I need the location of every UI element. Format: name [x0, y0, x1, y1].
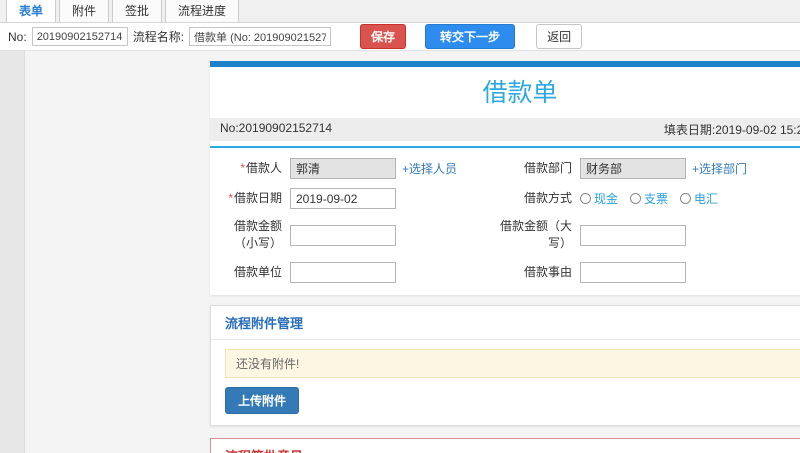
loan-form-panel: 借款单 No:20190902152714 填表日期:2019-09-02 15… [210, 61, 800, 295]
next-step-button[interactable]: 转交下一步 [425, 24, 516, 49]
loan-method-label: 借款方式 [523, 190, 572, 205]
left-rail [0, 51, 25, 453]
borrower-label: *借款人 [240, 160, 282, 175]
no-attachments-note: 还没有附件! [225, 348, 800, 378]
loan-date-label: *借款日期 [228, 190, 282, 205]
loan-reason-input[interactable] [580, 261, 686, 283]
select-person-link[interactable]: +选择人员 [402, 160, 457, 177]
radio-circle-icon [630, 193, 642, 204]
radio-wire[interactable]: 电汇 [680, 190, 718, 207]
workspace: 借款单 No:20190902152714 填表日期:2019-09-02 15… [0, 51, 800, 453]
amount-small-label: 借款金额（小写） [233, 219, 282, 251]
required-mark: * [228, 190, 233, 205]
loan-unit-label: 借款单位 [233, 264, 282, 279]
toolbar: No: 流程名称: 保存 转交下一步 返回 [0, 23, 800, 51]
save-button[interactable]: 保存 [360, 24, 407, 49]
process-name-input[interactable] [189, 27, 332, 46]
select-department-link[interactable]: +选择部门 [692, 160, 747, 177]
process-name-label: 流程名称: [132, 30, 185, 44]
required-mark: * [240, 160, 245, 175]
loan-unit-input[interactable] [290, 261, 396, 283]
radio-circle-icon [580, 193, 591, 204]
form-no-text: No:20190902152714 [220, 121, 333, 135]
radio-circle-icon [680, 193, 692, 204]
amount-big-label: 借款金额（大写） [499, 219, 572, 251]
form-meta-bar: No:20190902152714 填表日期:2019-09-02 15:27:… [210, 118, 800, 141]
radio-cheque[interactable]: 支票 [630, 190, 668, 207]
tab-progress[interactable]: 流程进度 [165, 0, 240, 22]
approval-panel: 流程签批意见 B I abc ⚓ ▣ ⚑ ≣ ≡ ⇤ [210, 437, 800, 453]
attachments-panel: 流程附件管理 还没有附件! 上传附件 [210, 304, 800, 426]
content-area: 借款单 No:20190902152714 填表日期:2019-09-02 15… [210, 61, 800, 453]
tab-attachments[interactable]: 附件 [59, 0, 110, 22]
attachments-title: 流程附件管理 [211, 306, 800, 340]
approval-title: 流程签批意见 [211, 439, 800, 453]
back-button[interactable]: 返回 [536, 24, 583, 49]
department-input[interactable] [580, 158, 686, 179]
department-label: 借款部门 [523, 160, 572, 175]
form-date-text: 填表日期:2019-09-02 15:27:1 [663, 123, 800, 137]
tabs-bar: 表单 附件 签批 流程进度 [0, 0, 800, 23]
loan-reason-label: 借款事由 [523, 264, 572, 279]
form-title: 借款单 [482, 79, 558, 107]
loan-form-grid: *借款人 +选择人员 借款部门 +选择部门 *借款日期 借款 [210, 148, 800, 295]
tab-approval[interactable]: 签批 [112, 0, 163, 22]
borrower-input[interactable] [290, 158, 396, 179]
tab-form[interactable]: 表单 [6, 0, 57, 22]
loan-date-input[interactable] [290, 188, 396, 209]
amount-small-input[interactable] [290, 224, 396, 246]
upload-attachment-button[interactable]: 上传附件 [225, 386, 300, 414]
amount-big-input[interactable] [580, 224, 686, 246]
no-label: No: [8, 29, 27, 44]
radio-cash[interactable]: 现金 [580, 190, 618, 207]
no-input[interactable] [31, 27, 128, 46]
